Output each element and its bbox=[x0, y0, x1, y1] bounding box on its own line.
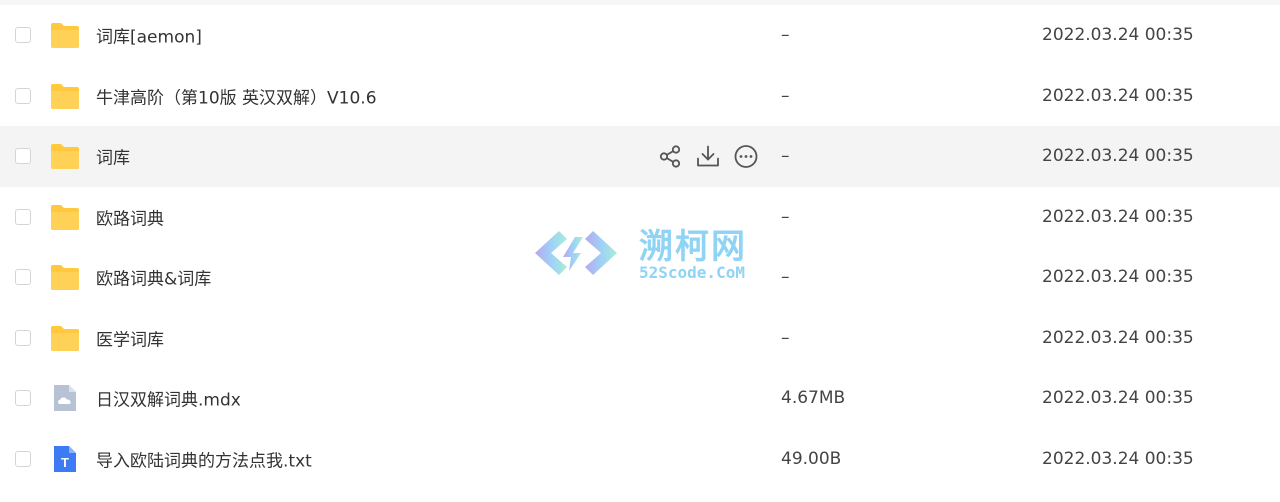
file-date: 2022.03.24 00:35 bbox=[1042, 448, 1194, 469]
file-date: 2022.03.24 00:35 bbox=[1042, 327, 1194, 348]
file-size: – bbox=[781, 206, 790, 227]
file-name[interactable]: 欧路词典 bbox=[96, 204, 164, 229]
cloud-file-icon bbox=[49, 382, 81, 414]
row-checkbox[interactable] bbox=[15, 329, 31, 346]
file-name[interactable]: 词库[aemon] bbox=[96, 23, 202, 48]
file-name[interactable]: 导入欧陆词典的方法点我.txt bbox=[96, 446, 312, 471]
folder-icon bbox=[49, 322, 81, 354]
file-date: 2022.03.24 00:35 bbox=[1042, 146, 1194, 167]
file-name[interactable]: 日汉双解词典.mdx bbox=[96, 386, 241, 411]
file-name[interactable]: 牛津高阶（第10版 英汉双解）V10.6 bbox=[96, 83, 377, 108]
file-size: – bbox=[781, 25, 790, 46]
more-icon[interactable] bbox=[732, 143, 759, 170]
file-size: – bbox=[781, 327, 790, 348]
file-row-hovered[interactable]: 词库 – 2022.03.24 00:35 bbox=[0, 126, 1280, 187]
file-date: 2022.03.24 00:35 bbox=[1042, 267, 1194, 288]
row-checkbox[interactable] bbox=[15, 27, 31, 44]
file-date: 2022.03.24 00:35 bbox=[1042, 388, 1194, 409]
file-size: – bbox=[781, 146, 790, 167]
row-checkbox[interactable] bbox=[15, 390, 31, 407]
file-name[interactable]: 词库 bbox=[96, 144, 130, 169]
file-list: 词库[aemon] – 2022.03.24 00:35 牛津高阶（第10版 英… bbox=[0, 5, 1280, 489]
file-row[interactable]: 医学词库 – 2022.03.24 00:35 bbox=[0, 308, 1280, 369]
file-size: – bbox=[781, 267, 790, 288]
file-row[interactable]: 日汉双解词典.mdx 4.67MB 2022.03.24 00:35 bbox=[0, 368, 1280, 429]
row-checkbox[interactable] bbox=[15, 208, 31, 225]
row-actions bbox=[656, 143, 759, 170]
file-row[interactable]: T 导入欧陆词典的方法点我.txt 49.00B 2022.03.24 00:3… bbox=[0, 429, 1280, 490]
text-file-icon: T bbox=[49, 443, 81, 475]
row-checkbox[interactable] bbox=[15, 87, 31, 104]
row-checkbox[interactable] bbox=[15, 269, 31, 286]
file-row[interactable]: 词库[aemon] – 2022.03.24 00:35 bbox=[0, 5, 1280, 66]
share-icon[interactable] bbox=[656, 143, 683, 170]
folder-icon bbox=[49, 201, 81, 233]
text-file-glyph: T bbox=[61, 455, 69, 470]
file-date: 2022.03.24 00:35 bbox=[1042, 206, 1194, 227]
file-size: – bbox=[781, 85, 790, 106]
file-row[interactable]: 欧路词典&词库 – 2022.03.24 00:35 bbox=[0, 247, 1280, 308]
folder-icon bbox=[49, 261, 81, 293]
file-size: 49.00B bbox=[781, 448, 842, 469]
folder-icon bbox=[49, 140, 81, 172]
file-date: 2022.03.24 00:35 bbox=[1042, 25, 1194, 46]
row-checkbox[interactable] bbox=[15, 148, 31, 165]
download-icon[interactable] bbox=[694, 143, 721, 170]
row-checkbox[interactable] bbox=[15, 450, 31, 467]
file-size: 4.67MB bbox=[781, 388, 846, 409]
folder-icon bbox=[49, 19, 81, 51]
file-date: 2022.03.24 00:35 bbox=[1042, 85, 1194, 106]
file-name[interactable]: 医学词库 bbox=[96, 325, 164, 350]
file-row[interactable]: 欧路词典 – 2022.03.24 00:35 bbox=[0, 187, 1280, 248]
folder-icon bbox=[49, 80, 81, 112]
file-name[interactable]: 欧路词典&词库 bbox=[96, 265, 211, 290]
file-row[interactable]: 牛津高阶（第10版 英汉双解）V10.6 – 2022.03.24 00:35 bbox=[0, 66, 1280, 127]
